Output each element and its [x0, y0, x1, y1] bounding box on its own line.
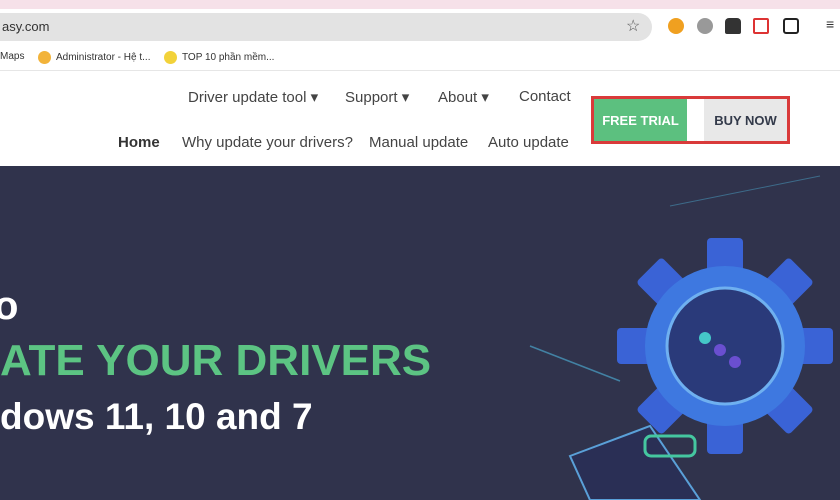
url-text: asy.com [2, 19, 50, 34]
gear-extension-icon[interactable] [697, 18, 713, 34]
flower-extension-icon[interactable] [668, 18, 684, 34]
gear-illustration-icon [529, 175, 833, 500]
address-bar[interactable]: asy.com ☆ [0, 13, 652, 41]
bookmark-favicon-icon [164, 51, 177, 64]
site-header: Driver update tool ▾ Support ▾ About ▾ C… [0, 72, 840, 166]
hero-line-1: o [0, 284, 19, 328]
nav-auto-update[interactable]: Auto update [488, 134, 569, 151]
buy-now-button[interactable]: BUY NOW [704, 99, 787, 141]
bookmark-label: Administrator - Hệ t... [56, 52, 151, 63]
nav-contact[interactable]: Contact [519, 88, 571, 105]
vm-extension-icon[interactable] [753, 18, 769, 34]
hero-headline: ATE YOUR DRIVERS [0, 336, 432, 385]
spy-extension-icon[interactable] [725, 18, 741, 34]
bookmark-label: TOP 10 phần mềm... [182, 52, 275, 63]
bookmark-star-icon[interactable]: ☆ [626, 16, 640, 36]
nav-why-update[interactable]: Why update your drivers? [182, 134, 353, 151]
hero-banner: o ATE YOUR DRIVERS dows 11, 10 and 7 [0, 166, 840, 500]
nav-support[interactable]: Support ▾ [345, 88, 409, 106]
bookmark-label: Maps [0, 51, 25, 62]
cta-highlight-box: FREE TRIAL BUY NOW [591, 96, 790, 144]
reading-list-icon[interactable]: ≡ [826, 16, 834, 32]
browser-tab-strip [0, 0, 840, 9]
bookmark-favicon-icon [38, 51, 51, 64]
nav-manual-update[interactable]: Manual update [369, 134, 468, 151]
nav-about[interactable]: About ▾ [438, 88, 489, 106]
puzzle-extensions-icon[interactable] [783, 18, 799, 34]
bookmark-maps[interactable]: Maps [0, 51, 24, 62]
browser-toolbar: asy.com ☆ ≡ [0, 9, 840, 45]
free-trial-button[interactable]: FREE TRIAL [594, 99, 687, 141]
nav-home[interactable]: Home [118, 134, 160, 151]
hero-subheadline: dows 11, 10 and 7 [0, 396, 313, 437]
bookmarks-bar: Maps Administrator - Hệ t... TOP 10 phần… [0, 45, 840, 71]
nav-driver-update-tool[interactable]: Driver update tool ▾ [188, 88, 318, 106]
bookmark-top10[interactable]: TOP 10 phần mềm... [164, 51, 274, 64]
bookmark-administrator[interactable]: Administrator - Hệ t... [38, 51, 150, 64]
